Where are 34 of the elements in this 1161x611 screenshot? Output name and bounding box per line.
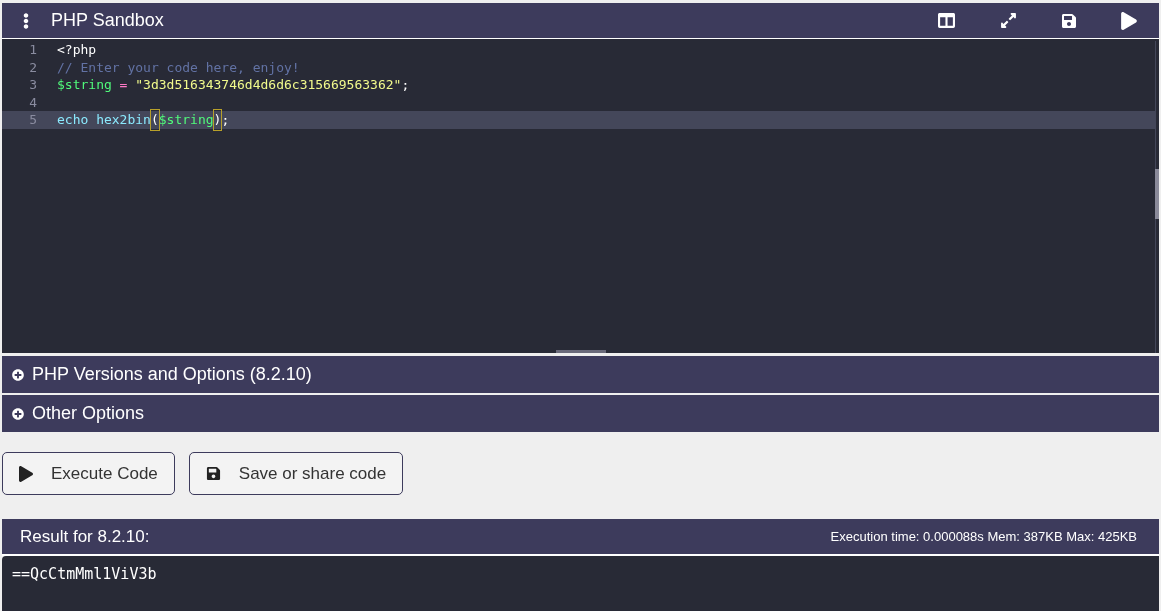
code-token: // Enter your code here, enjoy!	[57, 58, 300, 77]
expand-icon[interactable]	[1000, 12, 1017, 29]
code-token: "3d3d516343746d4d6d6c315669563362"	[135, 76, 402, 94]
code-token: $string	[57, 76, 112, 94]
output-text: ==QcCtmMml1ViV3b	[12, 565, 157, 583]
code-token: echo hex2bin	[57, 111, 151, 129]
code-token: <?php	[57, 41, 97, 59]
code-token: $string	[158, 111, 214, 129]
execute-button[interactable]: Execute Code	[2, 452, 175, 495]
code-editor[interactable]: 1 <?php 2 // Enter your code here, enjoy! 3 $string = "3d3d516343746d4d6d6c315669563362"; 4 5 echo hex2bin($string);	[2, 39, 1159, 353]
code-token: (	[150, 110, 159, 130]
scrollbar-thumb[interactable]	[1155, 169, 1159, 219]
result-title: Result for 8.2.10:	[20, 525, 150, 548]
split-view-icon[interactable]	[937, 12, 956, 29]
app-title: PHP Sandbox	[51, 9, 164, 32]
line-number: 2	[28, 58, 38, 77]
line-number: 3	[28, 76, 38, 94]
line-number: 4	[28, 93, 38, 112]
code-token: =	[118, 76, 129, 94]
save-icon[interactable]	[1061, 12, 1077, 29]
play-icon	[19, 465, 33, 482]
code-token: )	[213, 110, 222, 130]
options-section[interactable]: Other Options	[2, 395, 1159, 432]
code-token: ;	[401, 76, 410, 94]
save-icon	[205, 466, 221, 481]
options-section[interactable]: PHP Versions and Options (8.2.10)	[2, 356, 1159, 393]
line-number: 1	[28, 41, 38, 59]
save-button[interactable]: Save or share code	[188, 452, 404, 495]
code-token: ;	[221, 111, 230, 129]
resize-handle[interactable]	[556, 350, 606, 353]
run-icon[interactable]	[1121, 11, 1137, 30]
menu-icon[interactable]	[21, 12, 31, 29]
line-number: 5	[28, 111, 38, 129]
execution-stats: Execution time: 0.000088s Mem: 387KB Max: 425KB	[830, 527, 1137, 546]
